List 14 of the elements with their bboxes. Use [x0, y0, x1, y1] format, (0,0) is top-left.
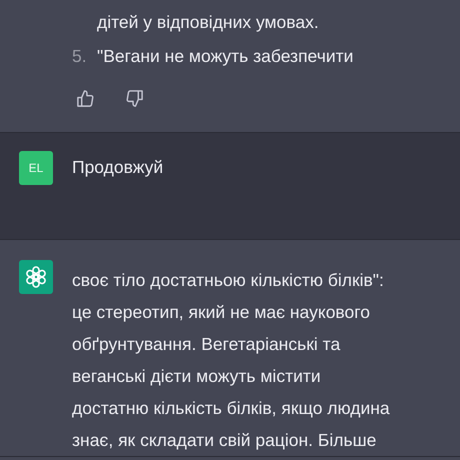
thumbs-up-icon[interactable]: [76, 89, 95, 108]
user-avatar: EL: [19, 151, 53, 185]
thumbs-down-icon[interactable]: [125, 89, 144, 108]
knot-icon: [24, 265, 48, 289]
message-text: достатню кількість білків, якщо людина: [72, 397, 391, 420]
message-text: "Вегани не можуть забезпечити: [97, 45, 354, 68]
message-text: Продовжуй: [72, 156, 164, 179]
message-text: веганські дієти можуть містити: [72, 365, 322, 388]
list-number: 5.: [72, 45, 88, 68]
message-text: дітей у відповідних умовах.: [96, 11, 320, 34]
message-text: обґрунтування. Вегетаріанські та: [72, 333, 342, 356]
message-text: своє тіло достатньою кількістю білків":: [72, 269, 385, 292]
message-text: знає, як складати свій раціон. Більше: [72, 429, 378, 452]
message-text: це стереотип, який не має наукового: [72, 301, 371, 324]
